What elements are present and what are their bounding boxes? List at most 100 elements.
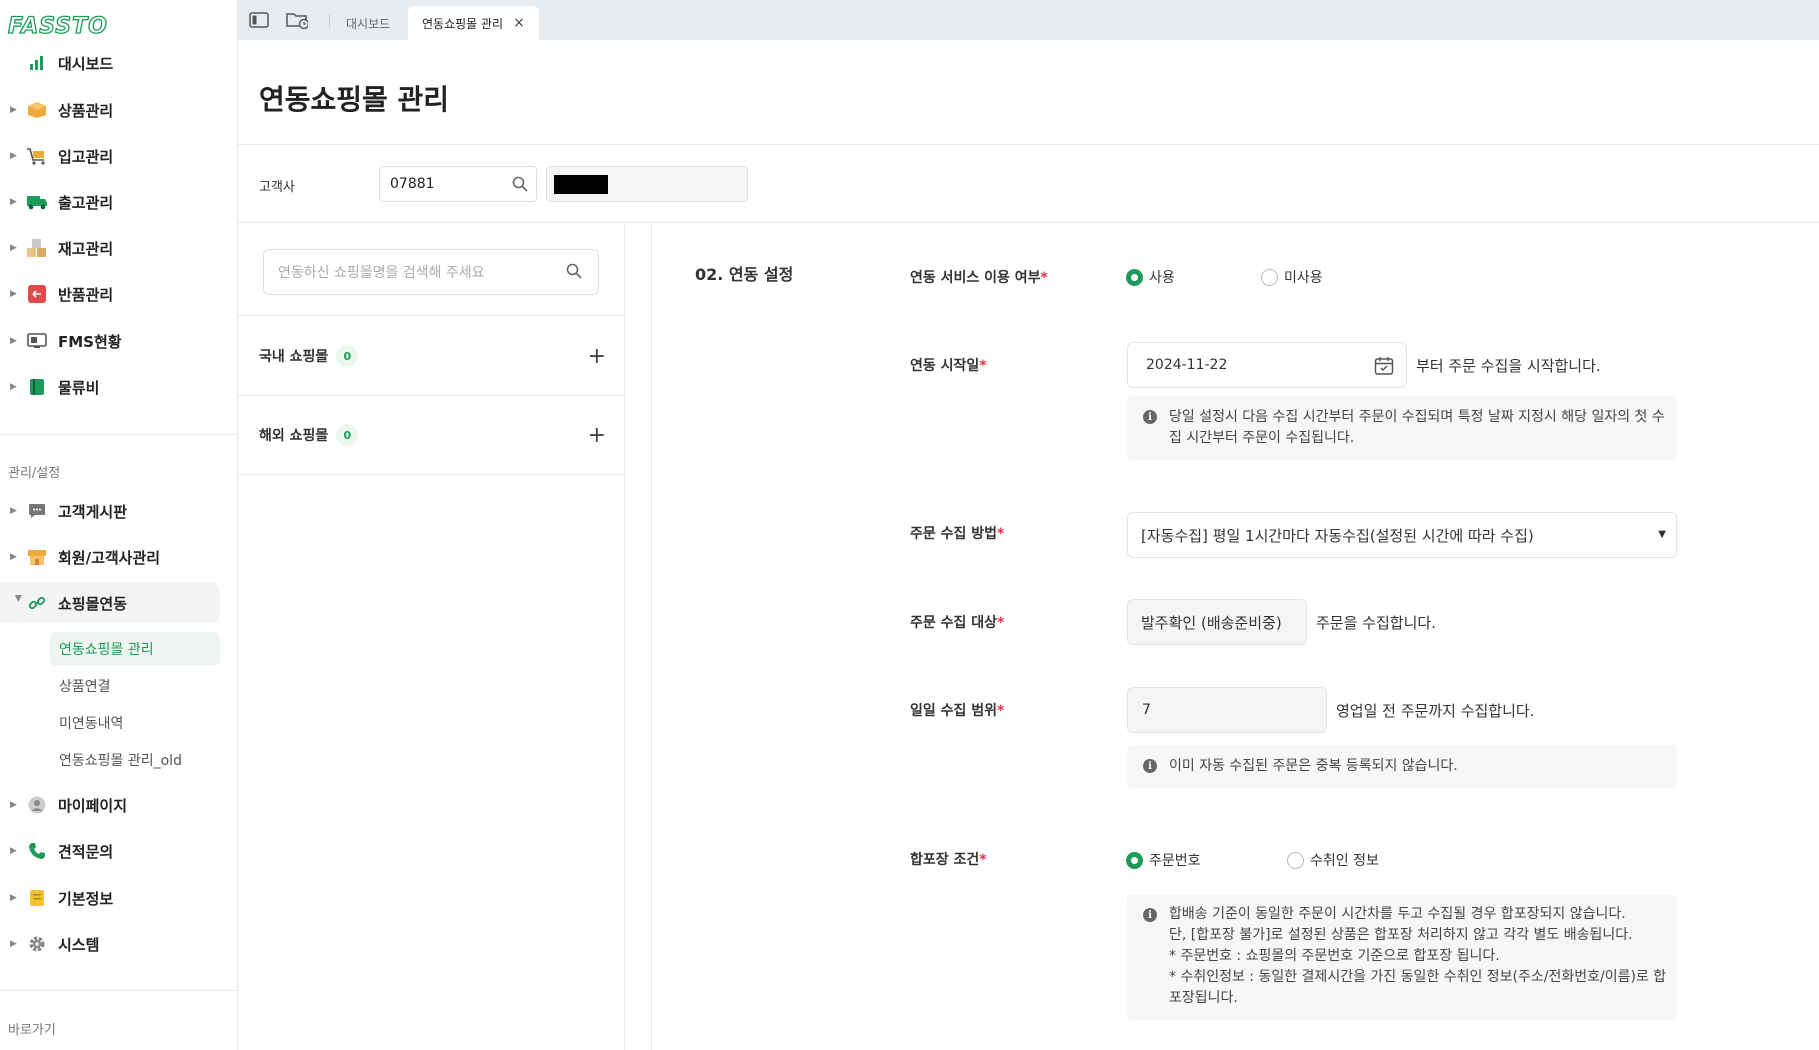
field-label-text: 합포장 조건 bbox=[910, 852, 980, 868]
folder-clock-icon[interactable] bbox=[286, 10, 308, 30]
use-service-label: 연동 서비스 이용 여부* bbox=[910, 267, 1048, 287]
field-label-text: 연동 시작일 bbox=[910, 358, 980, 374]
sidebar-item-quote[interactable]: ▶ 견적문의 bbox=[0, 831, 237, 871]
chevron-down-icon: ▶ bbox=[13, 595, 23, 602]
sidebar-item-members[interactable]: ▶ 회원/고객사관리 bbox=[0, 537, 237, 577]
add-icon[interactable]: + bbox=[588, 344, 606, 369]
radio-label: 미사용 bbox=[1284, 270, 1323, 286]
mall-search-placeholder: 연동하신 쇼핑몰명을 검색해 주세요 bbox=[278, 265, 485, 281]
radio-order-number[interactable]: 주문번호 bbox=[1126, 850, 1201, 870]
chevron-right-icon: ▶ bbox=[10, 243, 17, 253]
group-domestic-malls[interactable]: 국내 쇼핑몰 0 + bbox=[238, 317, 624, 395]
sidebar-item-outbound[interactable]: ▶ 출고관리 bbox=[0, 182, 237, 222]
collection-range-input[interactable]: 7 bbox=[1127, 687, 1327, 733]
chevron-right-icon: ▶ bbox=[10, 336, 17, 346]
gear-icon bbox=[26, 933, 48, 955]
info-line: * 주문번호 : 쇼핑몰의 주문번호 기준으로 합포장 됩니다. bbox=[1169, 948, 1500, 964]
radio-not-use[interactable]: 미사용 bbox=[1261, 267, 1323, 287]
sidebar-item-customer-board[interactable]: ▶ 고객게시판 bbox=[0, 491, 237, 531]
list-divider bbox=[238, 474, 624, 475]
link-icon bbox=[26, 592, 48, 614]
boxes-icon bbox=[26, 237, 48, 259]
info-line: 단, [합포장 불가]로 설정된 상품은 합포장 처리하지 않고 각각 별도 배… bbox=[1169, 927, 1633, 943]
collection-method-select[interactable]: [자동수집] 평일 1시간마다 자동수집(설정된 시간에 따라 수집) ▼ bbox=[1127, 512, 1677, 558]
start-date-label: 연동 시작일* bbox=[910, 355, 987, 375]
sidebar-subitem-mall-manage[interactable]: 연동쇼핑몰 관리 bbox=[50, 632, 220, 666]
fassto-logo[interactable]: FASSTO bbox=[7, 13, 108, 39]
group-label: 국내 쇼핑몰 bbox=[259, 349, 329, 365]
range-suffix: 영업일 전 주문까지 수집합니다. bbox=[1336, 702, 1535, 720]
info-line: 합배송 기준이 동일한 주문이 시간차를 두고 수집될 경우 합포장되지 않습니… bbox=[1169, 906, 1626, 922]
range-label: 일일 수집 범위* bbox=[910, 700, 1004, 720]
tab-separator bbox=[329, 14, 330, 28]
chevron-right-icon: ▶ bbox=[10, 800, 17, 810]
tab-dashboard[interactable]: 대시보드 bbox=[332, 6, 404, 40]
start-date-input[interactable]: 2024-11-22 bbox=[1127, 342, 1407, 388]
radio-recipient-info[interactable]: 수취인 정보 bbox=[1287, 850, 1379, 870]
sidebar-item-label: 마이페이지 bbox=[58, 796, 128, 815]
radio-label: 수취인 정보 bbox=[1310, 853, 1379, 869]
add-icon[interactable]: + bbox=[588, 423, 606, 448]
mall-search-input[interactable]: 연동하신 쇼핑몰명을 검색해 주세요 bbox=[263, 249, 599, 295]
phone-icon bbox=[26, 840, 48, 862]
panel-divider bbox=[624, 223, 625, 1050]
radio-label: 주문번호 bbox=[1149, 853, 1201, 869]
close-icon[interactable]: × bbox=[513, 15, 525, 31]
sidebar-item-label: 상품관리 bbox=[58, 101, 114, 120]
sidebar-item-label: 견적문의 bbox=[58, 842, 114, 861]
box-icon bbox=[26, 99, 48, 121]
return-icon bbox=[26, 283, 48, 305]
sidebar-subitem-unlinked[interactable]: 미연동내역 bbox=[50, 706, 220, 740]
page-title: 연동쇼핑몰 관리 bbox=[259, 83, 450, 116]
chevron-right-icon: ▶ bbox=[10, 151, 17, 161]
chevron-right-icon: ▶ bbox=[10, 506, 17, 516]
sidebar-item-products[interactable]: ▶ 상품관리 bbox=[0, 90, 237, 130]
required-mark: * bbox=[1040, 270, 1048, 286]
sidebar-shortcut-label: 바로가기 bbox=[8, 1023, 56, 1038]
group-label: 해외 쇼핑몰 bbox=[259, 428, 329, 444]
search-icon[interactable] bbox=[566, 263, 582, 283]
field-label-text: 연동 서비스 이용 여부 bbox=[910, 270, 1041, 286]
bar-chart-icon bbox=[26, 52, 48, 74]
app-root: FASSTO 대시보드 ▶ 상품관리 ▶ 입고관리 ▶ 출고관리 ▶ 재고관리 … bbox=[0, 0, 1819, 1050]
chevron-right-icon: ▶ bbox=[10, 289, 17, 299]
search-icon[interactable] bbox=[512, 176, 528, 196]
group-overseas-malls[interactable]: 해외 쇼핑몰 0 + bbox=[238, 396, 624, 474]
section-title: 02. 연동 설정 bbox=[695, 265, 794, 284]
field-label-text: 일일 수집 범위 bbox=[910, 703, 998, 719]
sidebar-item-inbound[interactable]: ▶ 입고관리 bbox=[0, 136, 237, 176]
sidebar-subitem-product-link[interactable]: 상품연결 bbox=[50, 669, 220, 703]
customer-name-field bbox=[546, 166, 748, 202]
radio-use[interactable]: 사용 bbox=[1126, 267, 1175, 287]
sidebar-item-fms[interactable]: ▶ FMS현황 bbox=[0, 321, 237, 361]
sidebar-item-inventory[interactable]: ▶ 재고관리 bbox=[0, 228, 237, 268]
required-mark: * bbox=[979, 852, 987, 868]
sidebar-divider bbox=[0, 434, 237, 435]
customer-code-input[interactable]: 07881 bbox=[379, 166, 537, 202]
collection-range-value: 7 bbox=[1142, 702, 1151, 718]
redacted-block bbox=[554, 175, 608, 194]
user-icon bbox=[26, 794, 48, 816]
sidebar-item-label: 입고관리 bbox=[58, 147, 114, 166]
sidebar-item-system[interactable]: ▶ 시스템 bbox=[0, 924, 237, 964]
sidebar-item-dashboard[interactable]: 대시보드 bbox=[0, 43, 237, 83]
info-line: 포장됩니다. bbox=[1169, 990, 1238, 1006]
tab-mall-manage[interactable]: 연동쇼핑몰 관리 × bbox=[408, 6, 539, 40]
cart-icon bbox=[26, 145, 48, 167]
sidebar-item-returns[interactable]: ▶ 반품관리 bbox=[0, 274, 237, 314]
count-badge: 0 bbox=[336, 345, 359, 367]
sidebar-subitem-mall-manage-old[interactable]: 연동쇼핑몰 관리_old bbox=[50, 743, 220, 777]
sidebar-item-logistics-cost[interactable]: ▶ 물류비 bbox=[0, 367, 237, 407]
info-icon: i bbox=[1143, 410, 1157, 424]
sidebar-item-mall-integration[interactable]: ▶ 쇼핑몰연동 bbox=[0, 583, 220, 623]
combine-info-box: i 합배송 기준이 동일한 주문이 시간차를 두고 수집될 경우 합포장되지 않… bbox=[1127, 894, 1677, 1020]
tab-label: 대시보드 bbox=[346, 16, 391, 31]
radio-unchecked-icon bbox=[1261, 268, 1278, 286]
sidebar-toggle-icon[interactable] bbox=[248, 10, 270, 30]
tab-bar: 대시보드 연동쇼핑몰 관리 × bbox=[238, 0, 1819, 40]
calendar-icon[interactable] bbox=[1374, 356, 1394, 380]
sidebar-item-mypage[interactable]: ▶ 마이페이지 bbox=[0, 785, 237, 825]
sidebar-item-label: 반품관리 bbox=[58, 285, 114, 304]
sidebar-item-basic-info[interactable]: ▶ 기본정보 bbox=[0, 878, 237, 918]
start-date-info-box: i 당일 설정시 다음 수집 시간부터 주문이 수집되며 특정 날짜 지정시 해… bbox=[1127, 396, 1677, 460]
